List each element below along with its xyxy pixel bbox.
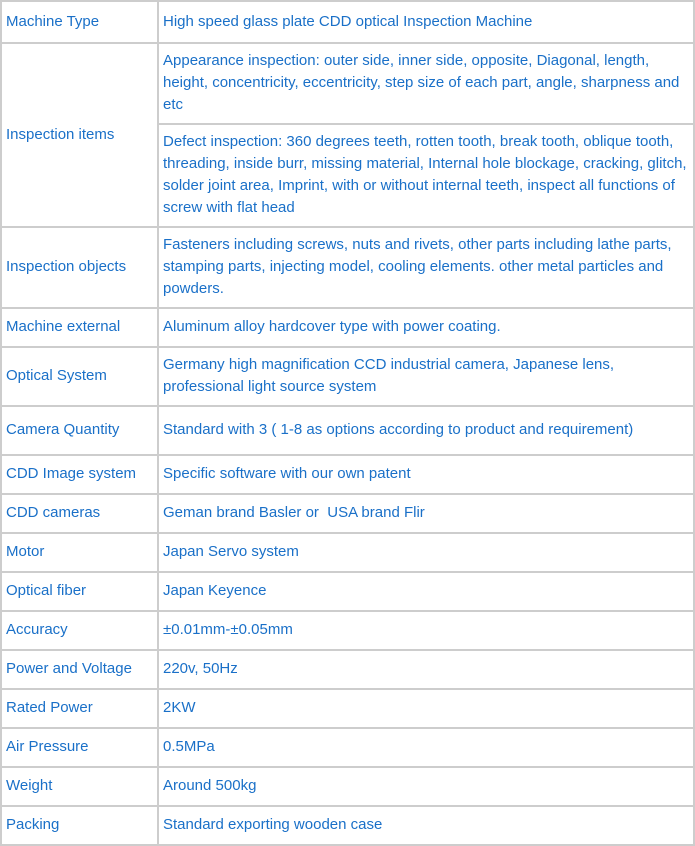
value-motor: Japan Servo system: [157, 532, 695, 573]
label-inspection-items: Inspection items: [0, 42, 159, 228]
value-machine-type: High speed glass plate CDD optical Inspe…: [157, 0, 695, 44]
row-cdd-cameras: CDD cameras Geman brand Basler or USA br…: [0, 493, 695, 534]
label-weight: Weight: [0, 766, 159, 807]
label-machine-type: Machine Type: [0, 0, 159, 44]
value-rated-power: 2KW: [157, 688, 695, 729]
row-inspection-objects: Inspection objects Fasteners including s…: [0, 226, 695, 309]
row-air-pressure: Air Pressure 0.5MPa: [0, 727, 695, 768]
value-inspection-objects: Fasteners including screws, nuts and riv…: [157, 226, 695, 309]
label-motor: Motor: [0, 532, 159, 573]
value-accuracy: ±0.01mm-±0.05mm: [157, 610, 695, 651]
value-camera-quantity: Standard with 3 ( 1-8 as options accordi…: [157, 405, 695, 456]
value-appearance-inspection: Appearance inspection: outer side, inner…: [157, 42, 695, 125]
value-packing: Standard exporting wooden case: [157, 805, 695, 846]
row-camera-quantity: Camera Quantity Standard with 3 ( 1-8 as…: [0, 405, 695, 456]
value-optical-fiber: Japan Keyence: [157, 571, 695, 612]
row-inspection-items: Inspection items Appearance inspection: …: [0, 42, 695, 228]
label-camera-quantity: Camera Quantity: [0, 405, 159, 456]
value-power-and-voltage: 220v, 50Hz: [157, 649, 695, 690]
row-packing: Packing Standard exporting wooden case: [0, 805, 695, 846]
label-cdd-cameras: CDD cameras: [0, 493, 159, 534]
label-rated-power: Rated Power: [0, 688, 159, 729]
row-rated-power: Rated Power 2KW: [0, 688, 695, 729]
label-optical-system: Optical System: [0, 346, 159, 407]
value-weight: Around 500kg: [157, 766, 695, 807]
row-machine-type: Machine Type High speed glass plate CDD …: [0, 0, 695, 44]
row-accuracy: Accuracy ±0.01mm-±0.05mm: [0, 610, 695, 651]
value-defect-inspection: Defect inspection: 360 degrees teeth, ro…: [157, 123, 695, 228]
row-optical-system: Optical System Germany high magnificatio…: [0, 346, 695, 407]
label-air-pressure: Air Pressure: [0, 727, 159, 768]
value-machine-external: Aluminum alloy hardcover type with power…: [157, 307, 695, 348]
row-machine-external: Machine external Aluminum alloy hardcove…: [0, 307, 695, 348]
row-weight: Weight Around 500kg: [0, 766, 695, 807]
row-optical-fiber: Optical fiber Japan Keyence: [0, 571, 695, 612]
label-machine-external: Machine external: [0, 307, 159, 348]
label-optical-fiber: Optical fiber: [0, 571, 159, 612]
specification-table: Machine Type High speed glass plate CDD …: [0, 0, 695, 846]
label-cdd-image-system: CDD Image system: [0, 454, 159, 495]
label-accuracy: Accuracy: [0, 610, 159, 651]
label-packing: Packing: [0, 805, 159, 846]
row-motor: Motor Japan Servo system: [0, 532, 695, 573]
value-optical-system: Germany high magnification CCD industria…: [157, 346, 695, 407]
row-power-and-voltage: Power and Voltage 220v, 50Hz: [0, 649, 695, 690]
value-cdd-cameras: Geman brand Basler or USA brand Flir: [157, 493, 695, 534]
value-cdd-image-system: Specific software with our own patent: [157, 454, 695, 495]
value-air-pressure: 0.5MPa: [157, 727, 695, 768]
row-cdd-image-system: CDD Image system Specific software with …: [0, 454, 695, 495]
label-power-and-voltage: Power and Voltage: [0, 649, 159, 690]
label-inspection-objects: Inspection objects: [0, 226, 159, 309]
